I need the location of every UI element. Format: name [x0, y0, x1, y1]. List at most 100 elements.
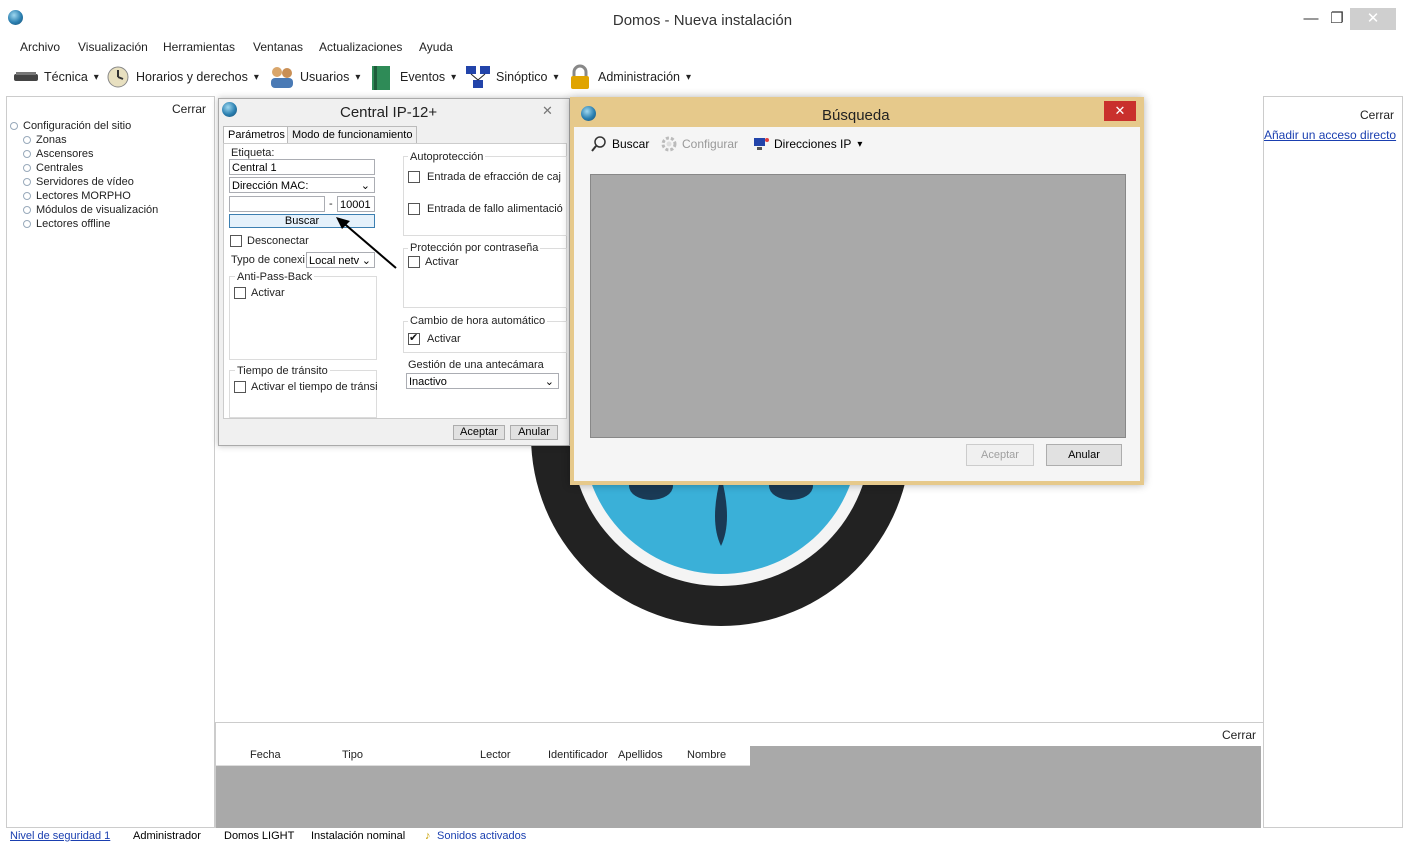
- menu-ayuda[interactable]: Ayuda: [419, 40, 453, 54]
- status-nivel-seguridad[interactable]: Nivel de seguridad 1: [10, 830, 110, 842]
- antipass-title: Anti-Pass-Back: [235, 271, 315, 283]
- transito-title: Tiempo de tránsito: [235, 365, 330, 377]
- add-shortcut-link[interactable]: Añadir un acceso directo: [1264, 128, 1396, 142]
- col-tipo[interactable]: Tipo: [342, 749, 363, 761]
- restore-button[interactable]: ❐: [1324, 8, 1350, 30]
- toolbar-horarios[interactable]: Horarios y derechos ▾: [104, 60, 259, 94]
- ip-address-input[interactable]: [229, 196, 325, 212]
- col-fecha[interactable]: Fecha: [250, 749, 281, 761]
- tree-node-icon: [23, 178, 31, 187]
- toolbar-usuarios[interactable]: Usuarios ▾: [268, 60, 360, 94]
- transito-activar-label: Activar el tiempo de tránsi: [251, 381, 378, 393]
- tree-item-ascensores[interactable]: Ascensores: [23, 148, 93, 160]
- port-separator: -: [329, 198, 333, 210]
- busqueda-logo-icon: [581, 106, 596, 121]
- antipass-checkbox[interactable]: [234, 287, 246, 299]
- central-dialog-title: Central IP-12+: [340, 104, 438, 121]
- gestion-select[interactable]: Inactivo ⌄: [406, 373, 559, 389]
- central-aceptar-button[interactable]: Aceptar: [453, 425, 505, 440]
- busqueda-buscar-button[interactable]: Buscar: [590, 135, 649, 153]
- tree-node-icon: [23, 136, 31, 145]
- busqueda-aceptar-button[interactable]: Aceptar: [966, 444, 1034, 466]
- tree-node-icon: [10, 122, 18, 131]
- busqueda-configurar-button[interactable]: Configurar: [660, 135, 738, 153]
- tab-parametros[interactable]: Parámetros: [223, 126, 290, 143]
- toolbar-usuarios-label: Usuarios: [300, 70, 350, 84]
- status-edicion: Domos LIGHT: [224, 830, 295, 842]
- toolbar: Técnica ▾ Horarios y derechos ▾ Usuarios ▾ …: [0, 60, 1405, 94]
- menu-archivo[interactable]: Archivo: [20, 40, 60, 54]
- tree-item-lectores-morpho[interactable]: Lectores MORPHO: [23, 190, 131, 202]
- status-bar: Nivel de seguridad 1 Administrador Domos…: [0, 828, 1405, 843]
- events-grid-header: Fecha Tipo Lector Identificador Apellido…: [216, 746, 750, 766]
- events-panel: Cerrar Fecha Tipo Lector Identificador A…: [215, 722, 1264, 830]
- etiqueta-input[interactable]: Central 1: [229, 159, 375, 175]
- chevron-down-icon: ⌄: [544, 376, 554, 388]
- col-lector[interactable]: Lector: [480, 749, 511, 761]
- title-bar: Domos - Nueva instalación — ❐ ✕: [0, 0, 1405, 38]
- tree-item-centrales[interactable]: Centrales: [23, 162, 83, 174]
- tree-root[interactable]: Configuración del sitio: [10, 120, 131, 132]
- col-nombre[interactable]: Nombre: [687, 749, 726, 761]
- toolbar-horarios-label: Horarios y derechos: [136, 70, 248, 84]
- users-icon: [271, 67, 293, 88]
- autoproteccion-title: Autoprotección: [408, 151, 486, 163]
- antipass-activar-label: Activar: [251, 287, 285, 299]
- close-window-button[interactable]: ✕: [1350, 8, 1396, 30]
- transito-checkbox[interactable]: [234, 381, 246, 393]
- autoproteccion-group: [403, 156, 567, 236]
- right-panel-close[interactable]: Cerrar: [1360, 108, 1394, 122]
- toolbar-administracion[interactable]: Administración ▾: [566, 60, 691, 94]
- search-icon: [591, 136, 606, 152]
- speaker-icon: ♪: [425, 830, 431, 842]
- central-dialog-close-icon[interactable]: ✕: [542, 103, 553, 119]
- central-anular-button[interactable]: Anular: [510, 425, 558, 440]
- cambio-hora-checkbox[interactable]: [408, 331, 420, 345]
- toolbar-sinoptico[interactable]: Sinóptico ▾: [464, 60, 558, 94]
- menu-actualizaciones[interactable]: Actualizaciones: [319, 40, 402, 54]
- tab-modo[interactable]: Modo de funcionamiento: [287, 126, 418, 143]
- menu-herramientas[interactable]: Herramientas: [163, 40, 235, 54]
- status-usuario: Administrador: [133, 830, 201, 842]
- events-grid: Fecha Tipo Lector Identificador Apellido…: [216, 746, 1261, 829]
- tree-item-lectores-offline[interactable]: Lectores offline: [23, 218, 110, 230]
- tree-node-icon: [23, 220, 31, 229]
- busqueda-anular-button[interactable]: Anular: [1046, 444, 1122, 466]
- gear-icon: [661, 136, 677, 152]
- password-title: Protección por contraseña: [408, 242, 541, 254]
- fallo-alimentacion-checkbox[interactable]: [408, 203, 420, 215]
- gestion-title: Gestión de una antecámara: [408, 359, 544, 371]
- shortcuts-panel: Cerrar Añadir un acceso directo: [1263, 96, 1403, 828]
- busqueda-close-button[interactable]: ✕: [1104, 101, 1136, 121]
- toolbar-tecnica[interactable]: Técnica ▾: [12, 60, 99, 94]
- col-apellidos[interactable]: Apellidos: [618, 749, 663, 761]
- tree-item-servidores[interactable]: Servidores de vídeo: [23, 176, 134, 188]
- network-computer-icon: [754, 138, 769, 150]
- events-panel-close[interactable]: Cerrar: [1222, 728, 1256, 742]
- menu-ventanas[interactable]: Ventanas: [253, 40, 303, 54]
- busqueda-results-list[interactable]: [590, 174, 1126, 438]
- site-config-panel: Cerrar Configuración del sitio Zonas Asc…: [6, 96, 215, 828]
- port-input[interactable]: 10001: [337, 196, 375, 212]
- menu-visualizacion[interactable]: Visualización: [78, 40, 148, 54]
- mac-address-select[interactable]: Dirección MAC: ⌄: [229, 177, 375, 193]
- desconectar-checkbox[interactable]: [230, 235, 242, 247]
- menu-bar: Archivo Visualización Herramientas Venta…: [0, 38, 1405, 58]
- etiqueta-label: Etiqueta:: [231, 147, 275, 159]
- password-checkbox[interactable]: [408, 256, 420, 268]
- tree-node-icon: [23, 206, 31, 215]
- book-icon: [372, 66, 390, 90]
- efraccion-checkbox[interactable]: [408, 171, 420, 183]
- password-activar-label: Activar: [425, 256, 459, 268]
- left-panel-close[interactable]: Cerrar: [172, 102, 206, 116]
- col-identificador[interactable]: Identificador: [548, 749, 608, 761]
- toolbar-eventos[interactable]: Eventos ▾: [368, 60, 456, 94]
- minimize-button[interactable]: —: [1298, 8, 1324, 30]
- tree-item-zonas[interactable]: Zonas: [23, 134, 67, 146]
- status-sonidos[interactable]: Sonidos activados: [437, 830, 526, 842]
- tree-item-modulos[interactable]: Módulos de visualización: [23, 204, 158, 216]
- busqueda-title: Búsqueda: [822, 107, 890, 124]
- direcciones-ip-button[interactable]: Direcciones IP ▾: [752, 135, 862, 153]
- chip-icon: [14, 72, 38, 81]
- status-instalacion: Instalación nominal: [311, 830, 406, 842]
